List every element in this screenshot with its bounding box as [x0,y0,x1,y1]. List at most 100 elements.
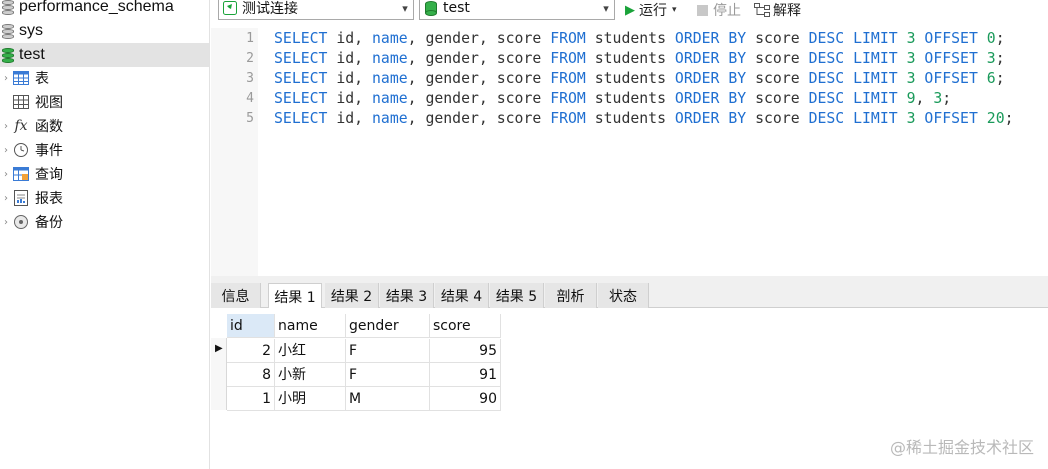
watermark: @稀土掘金技术社区 [889,438,1034,457]
row-indicator[interactable]: ▶ [211,338,227,362]
column-header-gender[interactable]: gender [346,314,430,338]
table-cell-gender[interactable]: F [346,339,430,363]
tab-result-1[interactable]: 结果 1 [268,283,322,309]
table-cell-name[interactable]: 小明 [275,387,346,411]
run-button[interactable]: ▶ 运行 ▾ [625,0,677,20]
chevron-down-icon[interactable]: ▾ [672,5,677,15]
node-views[interactable]: 视图 [0,90,63,114]
node-label: 函数 [35,119,63,135]
sql-text: score [746,90,809,107]
sql-text: id, [327,90,372,107]
sql-text: ; [995,70,1005,87]
db-label: performance_schema [19,0,174,15]
chevron-right-icon[interactable]: › [0,145,12,156]
sql-text: students [585,110,675,127]
tab-profile[interactable]: 剖析 [545,283,597,308]
column-header-id[interactable]: id [227,314,275,338]
chevron-right-icon[interactable]: › [0,169,12,180]
chevron-down-icon: ▾ [402,1,408,15]
sql-text: , gender, score [407,30,551,47]
table-cell-gender[interactable]: F [346,363,430,387]
tab-result-4[interactable]: 结果 4 [435,283,489,308]
tab-result-3[interactable]: 结果 3 [380,283,434,308]
sql-text: score [746,70,809,87]
chevron-right-icon[interactable]: › [0,73,12,84]
db-sys[interactable]: sys [0,19,209,43]
tab-status[interactable]: 状态 [598,283,649,308]
code-line[interactable]: SELECT id, name, gender, score FROM stud… [274,49,1005,69]
code-line[interactable]: SELECT id, name, gender, score FROM stud… [274,29,1005,49]
tab-result-2[interactable]: 结果 2 [325,283,379,308]
table-cell-score[interactable]: 90 [430,387,501,411]
node-tables[interactable]: › 表 [0,66,49,90]
table-cell-gender[interactable]: M [346,387,430,411]
row-indicator[interactable] [211,362,227,386]
column-header-score[interactable]: score [430,314,501,338]
sql-number: 9 [906,90,916,107]
table-cell-id[interactable]: 8 [227,363,275,387]
database-icon [2,23,14,39]
node-queries[interactable]: › 查询 [0,162,63,186]
sql-number: 20 [986,110,1005,127]
sql-keyword: OFFSET [924,30,978,47]
db-performance-schema[interactable]: performance_schema [0,0,209,19]
sql-keyword: DESC LIMIT [808,50,898,67]
sql-number: 3 [906,70,916,87]
table-cell-id[interactable]: 2 [227,339,275,363]
sql-editor[interactable]: 12345 SELECT id, name, gender, score FRO… [211,28,1048,276]
line-number: 1 [246,31,254,46]
line-number: 5 [246,111,254,126]
node-reports[interactable]: › 报表 [0,186,63,210]
database-active-icon [2,47,14,63]
column-header-name[interactable]: name [275,314,346,338]
sql-text: ; [1004,110,1014,127]
sql-keyword: SELECT [274,110,328,127]
object-sidebar: performance_schema sys test › 表 视图 › fx … [0,0,210,469]
chevron-down-icon: ▾ [603,1,609,15]
play-icon: ▶ [625,2,635,18]
line-number: 4 [246,91,254,106]
chevron-right-icon[interactable]: › [0,121,12,132]
tab-result-5[interactable]: 结果 5 [490,283,544,308]
sql-text: score [746,110,809,127]
table-cell-name[interactable]: 小新 [275,363,346,387]
sql-text: , gender, score [407,70,551,87]
node-functions[interactable]: › fx 函数 [0,114,63,138]
current-row-icon: ▶ [215,343,223,354]
tab-info[interactable]: 信息 [211,283,261,308]
sql-text: score [746,30,809,47]
chevron-right-icon[interactable]: › [0,217,12,228]
table-cell-name[interactable]: 小红 [275,339,346,363]
row-indicator[interactable] [211,386,227,410]
sql-text: score [746,50,809,67]
database-value: test [443,0,470,16]
db-test[interactable]: test [0,43,209,67]
table-cell-score[interactable]: 95 [430,339,501,363]
database-select[interactable]: test ▾ [419,0,615,20]
code-line[interactable]: SELECT id, name, gender, score FROM stud… [274,69,1005,89]
code-line[interactable]: SELECT id, name, gender, score FROM stud… [274,89,951,109]
table-cell-score[interactable]: 91 [430,363,501,387]
sql-keyword: ORDER BY [674,50,747,67]
sql-keyword: SELECT [274,70,328,87]
sql-keyword: FROM [550,110,586,127]
node-backups[interactable]: › 备份 [0,210,63,234]
sql-keyword: name [372,110,408,127]
connection-select[interactable]: 测试连接 ▾ [218,0,414,20]
db-label: sys [19,22,43,39]
table-cell-id[interactable]: 1 [227,387,275,411]
sql-keyword: ORDER BY [674,90,747,107]
node-events[interactable]: › 事件 [0,138,63,162]
explain-button[interactable]: 解释 [754,0,801,20]
stop-button[interactable]: 停止 [697,0,741,20]
sql-text: id, [327,110,372,127]
chevron-right-icon[interactable]: › [0,193,12,204]
sql-text: ; [995,30,1005,47]
code-line[interactable]: SELECT id, name, gender, score FROM stud… [274,109,1014,129]
sql-number: 3 [906,30,916,47]
sql-keyword: FROM [550,70,586,87]
